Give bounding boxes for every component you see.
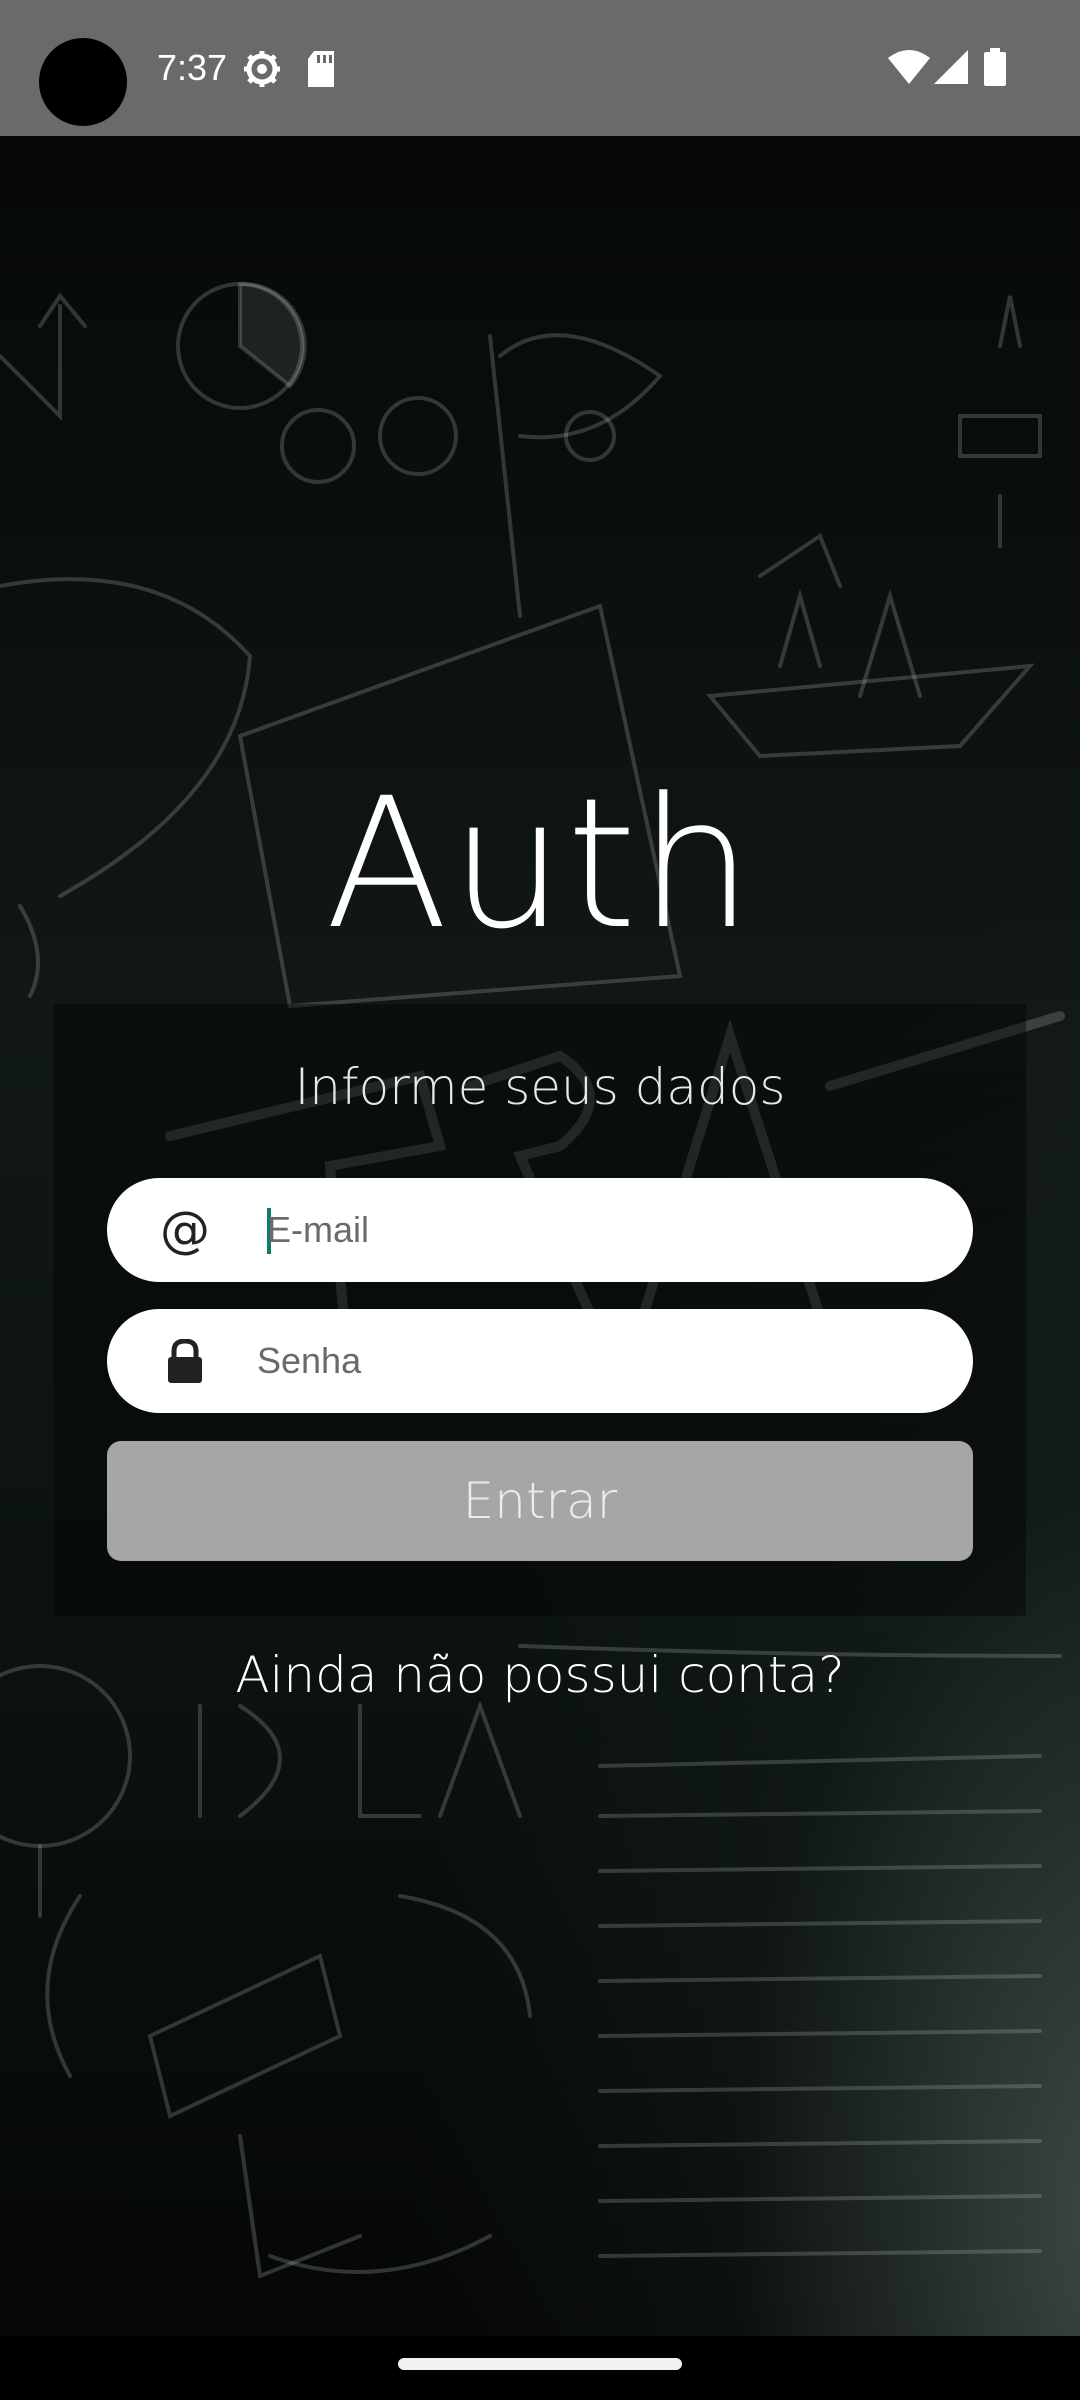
register-link[interactable]: Ainda não possui conta? [0,1646,1080,1704]
status-bar: 7:37 [0,0,1080,136]
form-subtitle: Informe seus dados [294,1058,786,1116]
battery-icon [984,48,1006,86]
app-title: Auth [325,760,755,969]
wifi-icon [888,50,930,84]
navigation-bar [0,2336,1080,2400]
lock-icon [155,1331,215,1391]
status-time: 7:37 [157,47,228,88]
password-placeholder: Senha [257,1340,362,1381]
home-gesture-handle[interactable] [398,2358,682,2370]
sd-card-icon [306,51,336,87]
camera-cutout [39,38,127,126]
at-sign-icon: @ [160,1201,210,1259]
cellular-signal-icon [934,50,968,84]
login-button[interactable]: Entrar [107,1441,973,1561]
password-field[interactable]: Senha [107,1309,973,1413]
email-field[interactable]: @ E-mail [107,1178,973,1282]
settings-gear-icon [242,49,282,89]
email-placeholder: E-mail [267,1209,370,1250]
